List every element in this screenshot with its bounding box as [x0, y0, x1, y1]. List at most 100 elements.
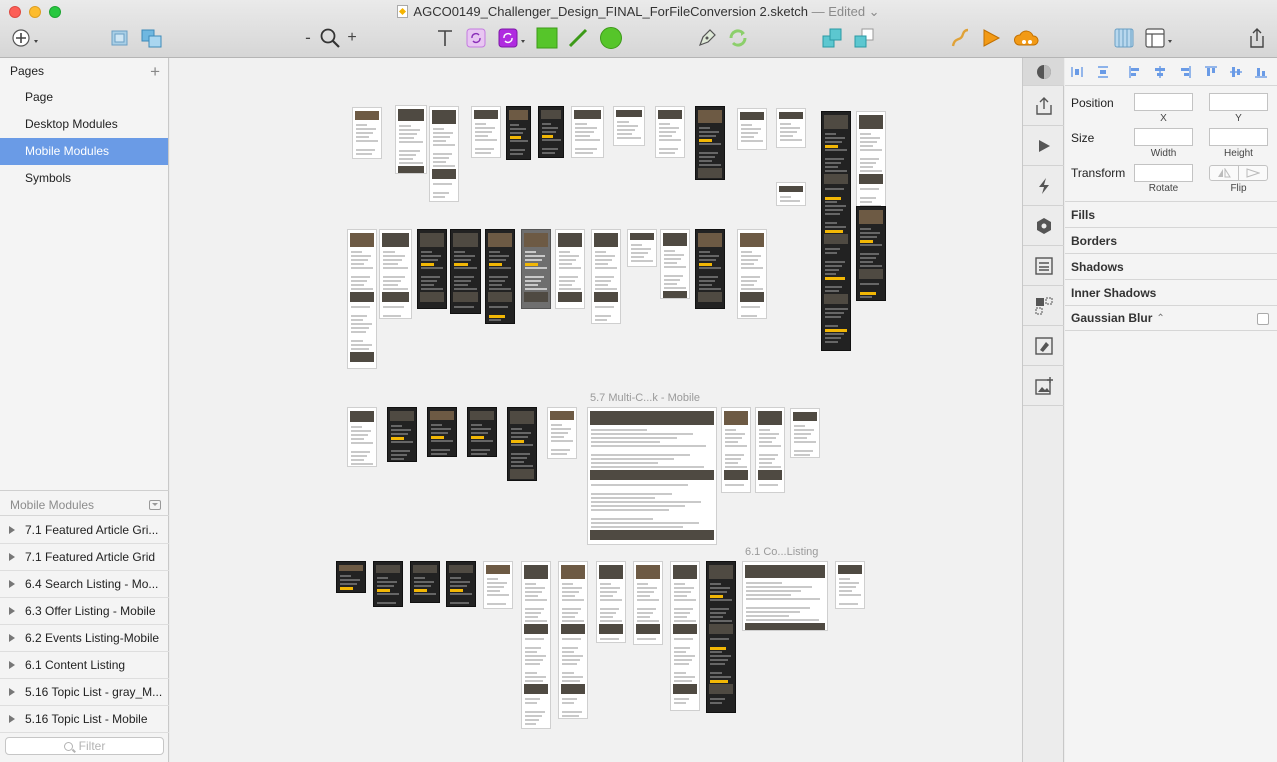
layer-item[interactable]: 6.3 Offer Listing - Mobile: [0, 598, 169, 625]
text-tool-button[interactable]: [433, 26, 457, 50]
artboard-thumbnail[interactable]: [835, 561, 865, 609]
artboard-thumbnail[interactable]: [521, 561, 551, 729]
gaussian-blur-section[interactable]: Gaussian Blur ⌃: [1065, 305, 1277, 331]
disclosure-triangle-icon[interactable]: [9, 634, 15, 642]
symbol-button[interactable]: [464, 26, 488, 50]
disclosure-triangle-icon[interactable]: [9, 661, 15, 669]
flip-vertical-button[interactable]: [1238, 166, 1267, 180]
disclosure-triangle-icon[interactable]: [9, 580, 15, 588]
layer-filter-input[interactable]: Filter: [5, 737, 164, 755]
artboard-thumbnail[interactable]: [352, 107, 382, 159]
canvas[interactable]: 5.7 Multi-C...k - Mobile 6.1 Co...Listing: [170, 58, 1022, 762]
artboard-thumbnail[interactable]: [571, 106, 604, 158]
artboard-label-content-listing[interactable]: 6.1 Co...Listing: [745, 546, 818, 558]
artboard-thumbnail[interactable]: [790, 408, 820, 458]
artboard-thumbnail[interactable]: [627, 229, 657, 267]
zoom-in-button[interactable]: +: [344, 26, 360, 50]
disclosure-triangle-icon[interactable]: [9, 526, 15, 534]
artboard-thumbnail[interactable]: [336, 561, 366, 593]
disclosure-triangle-icon[interactable]: [9, 688, 15, 696]
align-bottom-icon[interactable]: [1255, 66, 1267, 78]
artboard-thumbnail[interactable]: [856, 206, 886, 301]
artboard-thumbnail[interactable]: [547, 407, 577, 459]
artboard-thumbnail[interactable]: [737, 108, 767, 150]
align-top-icon[interactable]: [1205, 66, 1217, 78]
distribute-vertical-icon[interactable]: [1097, 66, 1109, 78]
group-button[interactable]: [108, 26, 132, 50]
layer-item[interactable]: 6.4 Search Listing - Mo...: [0, 571, 169, 598]
insert-button[interactable]: [8, 26, 42, 50]
artboard-thumbnail[interactable]: [755, 407, 785, 493]
layer-item[interactable]: 7.1 Featured Article Gri...: [0, 517, 169, 544]
layout-tab[interactable]: [1023, 246, 1064, 286]
artboard-thumbnail[interactable]: [387, 407, 417, 462]
artboard-thumbnail[interactable]: [450, 229, 481, 314]
height-input[interactable]: [1209, 128, 1268, 146]
artboard-thumbnail[interactable]: [596, 561, 626, 643]
rotate-input[interactable]: [1134, 164, 1193, 182]
artboard-thumbnail[interactable]: [821, 111, 851, 351]
inner-shadows-section[interactable]: Inner Shadows: [1065, 279, 1277, 305]
artboard-thumbnail[interactable]: [555, 229, 585, 309]
zoom-icon[interactable]: [318, 26, 342, 50]
artboard-thumbnail[interactable]: [706, 561, 736, 713]
disclosure-triangle-icon[interactable]: [9, 553, 15, 561]
chevron-down-icon[interactable]: ⌄: [865, 4, 880, 19]
artboard-thumbnail[interactable]: [446, 561, 476, 607]
layer-item[interactable]: 5.16 Topic List - Mobile: [0, 706, 169, 733]
align-middle-icon[interactable]: [1230, 66, 1242, 78]
symbols-tab[interactable]: [1023, 206, 1064, 246]
grid-view-button[interactable]: [1112, 26, 1136, 50]
artboard-thumbnail[interactable]: [538, 106, 564, 158]
artboard-thumbnail[interactable]: [695, 106, 725, 180]
width-input[interactable]: [1134, 128, 1193, 146]
artboard-thumbnail[interactable]: [485, 229, 515, 324]
disclosure-triangle-icon[interactable]: [9, 607, 15, 615]
transform-tab[interactable]: [1023, 326, 1064, 366]
layer-item[interactable]: 6.2 Events Listing-Mobile: [0, 625, 169, 652]
gaussian-blur-checkbox[interactable]: [1257, 313, 1269, 325]
artboard-thumbnail[interactable]: [467, 407, 497, 457]
artboard-thumbnail[interactable]: [373, 561, 403, 607]
image-tab[interactable]: [1023, 366, 1064, 406]
pages-divider[interactable]: [0, 490, 169, 491]
artboard-thumbnail[interactable]: [670, 561, 700, 711]
forward-button[interactable]: [820, 26, 844, 50]
edit-path-button[interactable]: [948, 26, 972, 50]
artboard-thumbnail[interactable]: [347, 229, 377, 369]
style-inspector-tab[interactable]: [1023, 58, 1064, 86]
artboard-thumbnail[interactable]: [776, 182, 806, 206]
vector-tool-button[interactable]: [695, 26, 719, 50]
resizing-tab[interactable]: [1023, 286, 1064, 326]
borders-section[interactable]: Borders: [1065, 227, 1277, 253]
symbol-insert-button[interactable]: [496, 26, 530, 50]
layer-item[interactable]: 6.1 Content Listing: [0, 652, 169, 679]
collapse-all-icon[interactable]: [149, 499, 161, 510]
artboard-thumbnail[interactable]: [483, 561, 513, 609]
cloud-button[interactable]: [1012, 26, 1042, 50]
artboard-thumbnail[interactable]: [776, 108, 806, 148]
artboard-thumbnail[interactable]: [427, 407, 457, 457]
zoom-out-button[interactable]: -: [300, 26, 316, 50]
artboard-thumbnail[interactable]: [695, 229, 725, 309]
disclosure-triangle-icon[interactable]: [9, 715, 15, 723]
distribute-horizontal-icon[interactable]: [1071, 66, 1083, 78]
layer-item[interactable]: 7.1 Featured Article Grid: [0, 544, 169, 571]
export-button[interactable]: [1245, 26, 1269, 50]
layer-item[interactable]: 5.16 Topic List - gray_M...: [0, 679, 169, 706]
preview-button[interactable]: [979, 26, 1003, 50]
prototype-tab[interactable]: [1023, 126, 1064, 166]
artboard-thumbnail[interactable]: [410, 561, 440, 603]
line-tool-button[interactable]: [566, 26, 590, 50]
oval-tool-button[interactable]: [598, 26, 624, 50]
artboard-label-multi-column[interactable]: 5.7 Multi-C...k - Mobile: [590, 392, 700, 404]
interaction-tab[interactable]: [1023, 166, 1064, 206]
edited-status[interactable]: — Edited: [808, 4, 865, 19]
blur-type-chevron-icon[interactable]: ⌃: [1156, 313, 1164, 324]
add-page-button[interactable]: +: [150, 63, 160, 80]
rotate-copies-button[interactable]: [725, 26, 751, 50]
artboard-thumbnail[interactable]: [506, 106, 531, 160]
artboard-thumbnail[interactable]: [591, 229, 621, 324]
artboard-thumbnail[interactable]: [742, 561, 828, 631]
artboard-thumbnail[interactable]: [521, 229, 551, 309]
